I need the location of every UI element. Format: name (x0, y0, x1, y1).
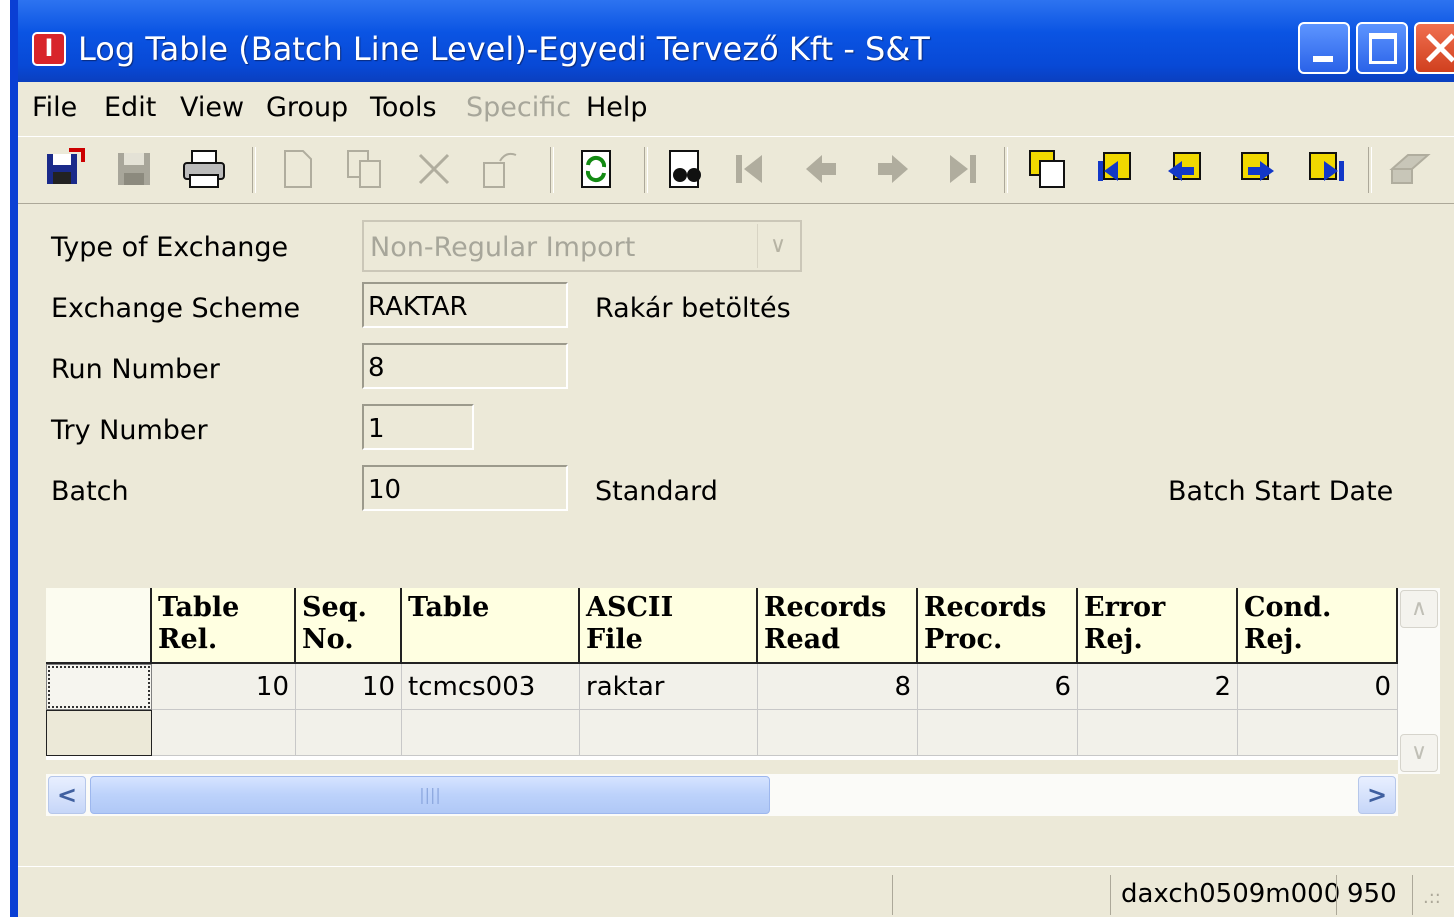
exchange-scheme-description: Rakár betöltés (595, 293, 791, 324)
try-number-label: Try Number (51, 415, 208, 446)
table-cell[interactable]: 6 (918, 664, 1078, 710)
table-cell[interactable]: 10 (152, 664, 296, 710)
menu-file[interactable]: File (32, 92, 77, 123)
previous-record-icon[interactable] (800, 147, 844, 191)
table-cell[interactable] (296, 710, 402, 756)
type-of-exchange-select[interactable]: Non-Regular Import ∨ (362, 220, 802, 272)
window-title: Log Table (Batch Line Level)-Egyedi Terv… (78, 30, 930, 68)
status-panel-message (18, 875, 892, 915)
horizontal-scrollbar[interactable]: < |||| > (46, 774, 1398, 816)
batch-field[interactable]: 10 (362, 465, 568, 511)
status-panel-info (892, 875, 1110, 915)
column-header-table[interactable]: Table (402, 588, 580, 664)
menu-view[interactable]: View (180, 92, 244, 123)
last-group-icon[interactable] (1304, 147, 1348, 191)
table-cell[interactable]: 10 (296, 664, 402, 710)
type-of-exchange-value: Non-Regular Import (370, 232, 636, 263)
copy-icon[interactable] (342, 147, 386, 191)
table-cell[interactable] (1238, 710, 1398, 756)
table-cell[interactable] (918, 710, 1078, 756)
row-selector[interactable] (46, 710, 152, 756)
delete-icon[interactable] (412, 147, 456, 191)
title-bar[interactable]: I Log Table (Batch Line Level)-Egyedi Te… (18, 0, 1454, 82)
next-record-icon[interactable] (870, 147, 914, 191)
toolbar (18, 136, 1454, 204)
save-icon[interactable] (112, 147, 156, 191)
scroll-up-icon[interactable]: ∧ (1400, 590, 1438, 628)
scroll-left-icon[interactable]: < (48, 776, 86, 814)
try-number-field[interactable]: 1 (362, 404, 474, 450)
last-record-icon[interactable] (938, 147, 982, 191)
table-cell[interactable] (1078, 710, 1238, 756)
chevron-down-icon[interactable]: ∨ (757, 224, 798, 268)
menu-bar: File Edit View Group Tools Specific Help (18, 86, 1454, 130)
menu-edit[interactable]: Edit (104, 92, 156, 123)
grid-corner[interactable] (46, 588, 152, 664)
table-cell[interactable] (580, 710, 758, 756)
menu-help[interactable]: Help (586, 92, 648, 123)
status-bar: daxch0509m000 950 .:: (18, 866, 1454, 918)
table-cell[interactable]: 2 (1078, 664, 1238, 710)
menu-specific[interactable]: Specific (466, 92, 571, 123)
status-company: 950 (1336, 875, 1412, 915)
find-icon[interactable] (664, 147, 708, 191)
new-icon[interactable] (276, 147, 320, 191)
vertical-scrollbar[interactable]: ∧ ∨ (1398, 588, 1440, 774)
scroll-down-icon[interactable]: ∨ (1400, 734, 1438, 772)
row-selector[interactable] (46, 664, 152, 710)
table-cell[interactable] (152, 710, 296, 756)
change-icon[interactable] (480, 147, 524, 191)
maximize-button[interactable] (1356, 22, 1408, 74)
app-icon[interactable]: I (32, 32, 66, 66)
table-cell[interactable]: raktar (580, 664, 758, 710)
application-window: I Log Table (Batch Line Level)-Egyedi Te… (10, 0, 1454, 917)
type-of-exchange-label: Type of Exchange (51, 232, 289, 263)
save-and-exit-icon[interactable] (42, 147, 86, 191)
minimize-button[interactable] (1298, 22, 1350, 74)
column-header-ascii-file[interactable]: ASCII File (580, 588, 758, 664)
table-cell[interactable] (402, 710, 580, 756)
log-table-grid: Table Rel. Seq. No. Table ASCII File Record… (46, 588, 1398, 760)
print-icon[interactable] (182, 147, 226, 191)
menu-tools[interactable]: Tools (370, 92, 437, 123)
column-header-table-rel[interactable]: Table Rel. (152, 588, 296, 664)
batch-description: Standard (595, 476, 718, 507)
exchange-scheme-field[interactable]: RAKTAR (362, 282, 568, 328)
scrollbar-thumb[interactable]: |||| (90, 776, 770, 814)
menu-group[interactable]: Group (266, 92, 348, 123)
status-session: daxch0509m000 (1110, 875, 1340, 915)
next-group-icon[interactable] (1234, 147, 1278, 191)
column-header-error-rej[interactable]: Error Rej. (1078, 588, 1238, 664)
run-number-label: Run Number (51, 354, 220, 385)
new-group-icon[interactable] (1026, 147, 1070, 191)
column-header-seq-no[interactable]: Seq. No. (296, 588, 402, 664)
previous-group-icon[interactable] (1164, 147, 1208, 191)
table-cell[interactable] (758, 710, 918, 756)
exchange-scheme-label: Exchange Scheme (51, 293, 301, 324)
table-cell[interactable]: 0 (1238, 664, 1398, 710)
close-button[interactable] (1414, 22, 1454, 74)
refresh-icon[interactable] (574, 147, 618, 191)
table-cell[interactable]: 8 (758, 664, 918, 710)
scroll-right-icon[interactable]: > (1358, 776, 1396, 814)
column-header-records-read[interactable]: Records Read (758, 588, 918, 664)
batch-start-date-label: Batch Start Date (1168, 476, 1394, 507)
run-number-field[interactable]: 8 (362, 343, 568, 389)
resize-grip-icon[interactable]: .:: (1412, 875, 1452, 915)
first-record-icon[interactable] (730, 147, 774, 191)
column-header-cond-rej[interactable]: Cond. Rej. (1238, 588, 1398, 664)
text-icon[interactable] (1388, 147, 1432, 191)
table-cell[interactable]: tcmcs003 (402, 664, 580, 710)
column-header-records-proc[interactable]: Records Proc. (918, 588, 1078, 664)
batch-label: Batch (51, 476, 129, 507)
first-group-icon[interactable] (1094, 147, 1138, 191)
